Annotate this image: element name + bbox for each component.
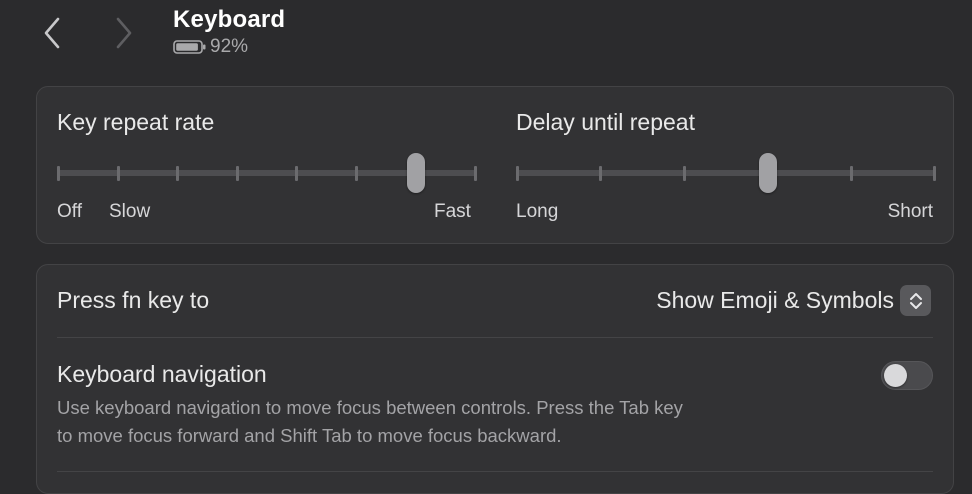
delay-repeat-tick xyxy=(849,166,853,181)
key-repeat-tick xyxy=(474,166,477,181)
keyboard-options-card: Press fn key to Show Emoji & Symbols Key… xyxy=(36,264,954,494)
keyboard-navigation-description: Use keyboard navigation to move focus be… xyxy=(57,394,877,450)
chevron-right-icon xyxy=(116,17,132,49)
key-repeat-tick xyxy=(176,166,180,181)
delay-repeat-slider[interactable] xyxy=(516,151,936,195)
key-repeat-caption-slow: Slow xyxy=(109,201,151,222)
up-down-chevron-icon xyxy=(900,285,931,316)
toolbar: Keyboard 92% xyxy=(0,0,972,80)
key-repeat-tick xyxy=(295,166,299,181)
key-repeat-caption-off: Off xyxy=(57,201,82,222)
delay-repeat-track[interactable] xyxy=(516,170,936,176)
key-repeat-tick xyxy=(57,166,60,181)
battery-percentage: 92% xyxy=(210,36,249,57)
description-line-1: Use keyboard navigation to move focus be… xyxy=(57,397,683,418)
fn-key-value: Show Emoji & Symbols xyxy=(656,287,894,313)
fn-key-popup[interactable]: Show Emoji & Symbols xyxy=(656,285,931,316)
key-repeat-slider[interactable] xyxy=(57,151,477,195)
key-repeat-tick xyxy=(235,166,239,181)
battery-status: 92% xyxy=(173,36,285,58)
delay-repeat-thumb[interactable] xyxy=(758,153,777,193)
key-repeat-caption-fast: Fast xyxy=(434,201,471,222)
key-repeat-tick xyxy=(354,166,358,181)
toggle-knob xyxy=(884,364,907,387)
key-repeat-thumb[interactable] xyxy=(406,153,425,193)
repeat-settings-card: Key repeat rate Off Slow Fast Delay unti… xyxy=(36,86,954,244)
key-repeat-label: Key repeat rate xyxy=(57,109,215,135)
keyboard-navigation-label: Keyboard navigation xyxy=(57,361,267,387)
battery-icon xyxy=(173,40,206,54)
forward-button[interactable] xyxy=(110,14,138,52)
row-divider xyxy=(57,471,933,472)
delay-repeat-label: Delay until repeat xyxy=(516,109,695,135)
back-button[interactable] xyxy=(38,14,66,52)
page-title: Keyboard xyxy=(173,6,286,33)
description-line-2: to move focus forward and Shift Tab to m… xyxy=(57,425,562,446)
delay-repeat-tick xyxy=(516,166,519,181)
delay-repeat-tick xyxy=(599,166,603,181)
delay-repeat-tick xyxy=(682,166,686,181)
keyboard-navigation-toggle[interactable] xyxy=(881,361,933,390)
chevron-left-icon xyxy=(44,17,60,49)
row-divider xyxy=(57,337,933,338)
key-repeat-tick xyxy=(116,166,120,181)
fn-key-label: Press fn key to xyxy=(57,287,210,313)
title-block: Keyboard 92% xyxy=(173,6,285,58)
delay-repeat-caption-long: Long xyxy=(516,201,559,222)
delay-repeat-tick xyxy=(933,166,936,181)
delay-repeat-caption-short: Short xyxy=(887,201,933,222)
